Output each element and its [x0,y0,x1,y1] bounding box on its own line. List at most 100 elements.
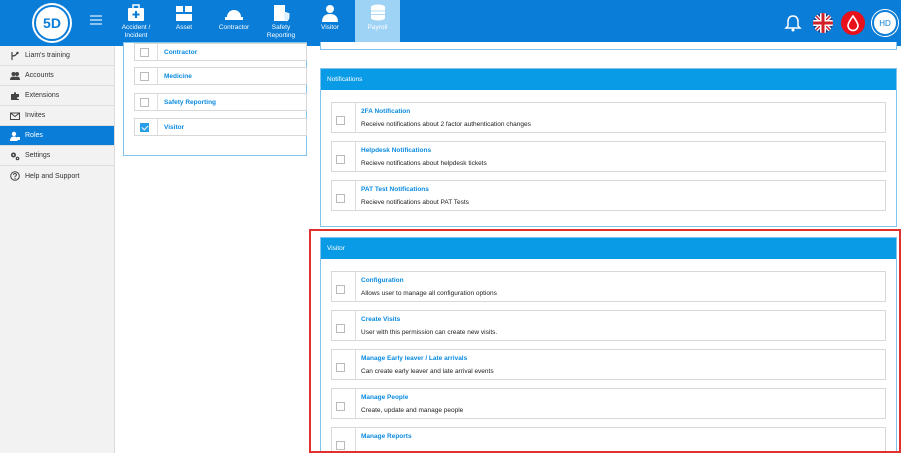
permission-row[interactable]: Manage Early leaver / Late arrivals Can … [331,349,886,380]
uk-flag-icon[interactable] [811,11,835,35]
user-initials: HD [879,18,891,28]
previous-panel-bottom [320,42,897,50]
sidebar: Liam's training Accounts Extensions Invi… [0,46,115,453]
coins-icon [370,4,385,21]
nav-label: Incident [124,32,148,39]
permission-description: Recieve notifications about helpdesk tic… [361,160,487,167]
users-icon [10,71,20,80]
person-icon [322,5,338,22]
nav-payroll[interactable]: Payroll [355,0,400,46]
permission-row[interactable]: 2FA Notification Receive notifications a… [331,102,886,133]
module-checkbox[interactable] [140,98,149,107]
permission-title: Helpdesk Notifications [361,147,432,154]
permission-row[interactable]: Configuration Allows user to manage all … [331,271,886,302]
sidebar-item-label: Settings [25,152,51,159]
top-bar: 5D Accident /Incident Asset Contractor [0,0,901,46]
modules-panel: Contractor Medicine Safety Reporting Vis… [123,42,307,156]
nav-label: Safety [271,24,291,31]
first-aid-kit-icon [128,4,144,21]
sidebar-item-accounts[interactable]: Accounts [0,66,114,86]
sidebar-item-label: Liam's training [25,52,70,59]
boxes-icon [176,6,192,21]
permission-row[interactable]: Helpdesk Notifications Recieve notificat… [331,141,886,172]
permission-description: Recieve notifications about PAT Tests [361,199,469,206]
panel-title: Visitor [327,245,345,252]
gears-icon [11,152,20,160]
permission-title: Manage Reports [361,433,412,440]
module-checkbox[interactable] [140,48,149,57]
notifications-panel-header: Notifications [321,69,896,90]
permission-row[interactable]: Manage Reports [331,427,886,453]
permission-description: Receive notifications about 2 factor aut… [361,121,531,128]
nav-accident-incident[interactable]: Accident / Incident [118,0,154,46]
module-row-visitor[interactable]: Visitor [134,118,307,136]
permission-title: Create Visits [361,316,401,323]
module-label: Medicine [164,73,192,80]
module-row-contractor[interactable]: Contractor [134,43,307,61]
sidebar-item-help-and-support[interactable]: Help and Support [0,166,114,186]
nav-label: Visitor [321,24,339,31]
sidebar-item-label: Accounts [25,72,54,79]
nav-label: Payroll [367,24,388,31]
hamburger-menu-icon[interactable] [90,15,102,25]
visitor-panel: Visitor Configuration Allows user to man… [320,237,897,453]
nav-label: Accident / [121,24,151,31]
permission-description: User with this permission can create new… [361,329,498,336]
permission-row[interactable]: Manage People Create, update and manage … [331,388,886,419]
branch-icon [11,51,19,60]
permission-title: Manage People [361,394,409,401]
module-checkbox[interactable] [140,72,149,81]
nav-visitor[interactable]: Visitor [312,0,348,46]
nav-contractor[interactable]: Contractor [214,0,254,46]
module-row-safety-reporting[interactable]: Safety Reporting [134,93,307,111]
permission-description: Can create early leaver and late arrival… [361,368,494,375]
permission-title: Configuration [361,277,404,284]
sidebar-item-label: Extensions [25,92,60,99]
permission-description: Create, update and manage people [361,407,464,414]
brand-logo-text: 5D [43,15,61,31]
sidebar-item-extensions[interactable]: Extensions [0,86,114,106]
permission-row[interactable]: PAT Test Notifications Recieve notificat… [331,180,886,211]
sidebar-item-roles[interactable]: Roles [0,126,114,146]
brand-logo[interactable]: 5D [34,5,70,41]
module-label: Contractor [164,49,198,56]
user-avatar[interactable]: HD [872,10,898,36]
nav-label: Contractor [218,24,250,31]
permission-title: 2FA Notification [361,108,411,115]
main-content: Contractor Medicine Safety Reporting Vis… [115,42,901,453]
permission-checkbox[interactable] [336,441,345,450]
permission-checkbox[interactable] [336,324,345,333]
permission-checkbox[interactable] [336,402,345,411]
nav-label: Asset [175,24,193,31]
sidebar-item-settings[interactable]: Settings [0,146,114,166]
permission-checkbox[interactable] [336,363,345,372]
app-window: 5D Accident /Incident Asset Contractor [0,0,901,453]
permission-title: Manage Early leaver / Late arrivals [361,355,468,362]
notification-bell-icon[interactable] [781,11,805,35]
permission-checkbox[interactable] [336,194,345,203]
module-row-medicine[interactable]: Medicine [134,67,307,85]
help-icon [10,171,20,181]
alert-drop-icon[interactable] [841,11,865,35]
clipboard-shield-icon [274,5,290,22]
module-label: Safety Reporting [164,99,217,106]
permission-checkbox[interactable] [336,285,345,294]
sidebar-item-invites[interactable]: Invites [0,106,114,126]
permission-row[interactable]: Create Visits User with this permission … [331,310,886,341]
permission-checkbox[interactable] [336,116,345,125]
puzzle-icon [11,91,19,100]
nav-label: Reporting [266,32,296,39]
sidebar-item-label: Roles [25,132,43,139]
visitor-panel-header: Visitor [321,238,896,259]
user-role-icon [10,131,20,141]
permission-checkbox[interactable] [336,155,345,164]
module-checkbox-checked[interactable] [140,123,149,132]
nav-asset[interactable]: Asset [166,0,202,46]
sidebar-item-label: Help and Support [25,172,80,180]
sidebar-item-liams-training[interactable]: Liam's training [0,46,114,66]
logo-area: 5D [0,0,115,46]
panel-title: Notifications [327,76,363,83]
module-label: Visitor [164,124,185,131]
top-right-actions: HD [781,0,901,46]
nav-safety-reporting[interactable]: Safety Reporting [263,0,299,46]
